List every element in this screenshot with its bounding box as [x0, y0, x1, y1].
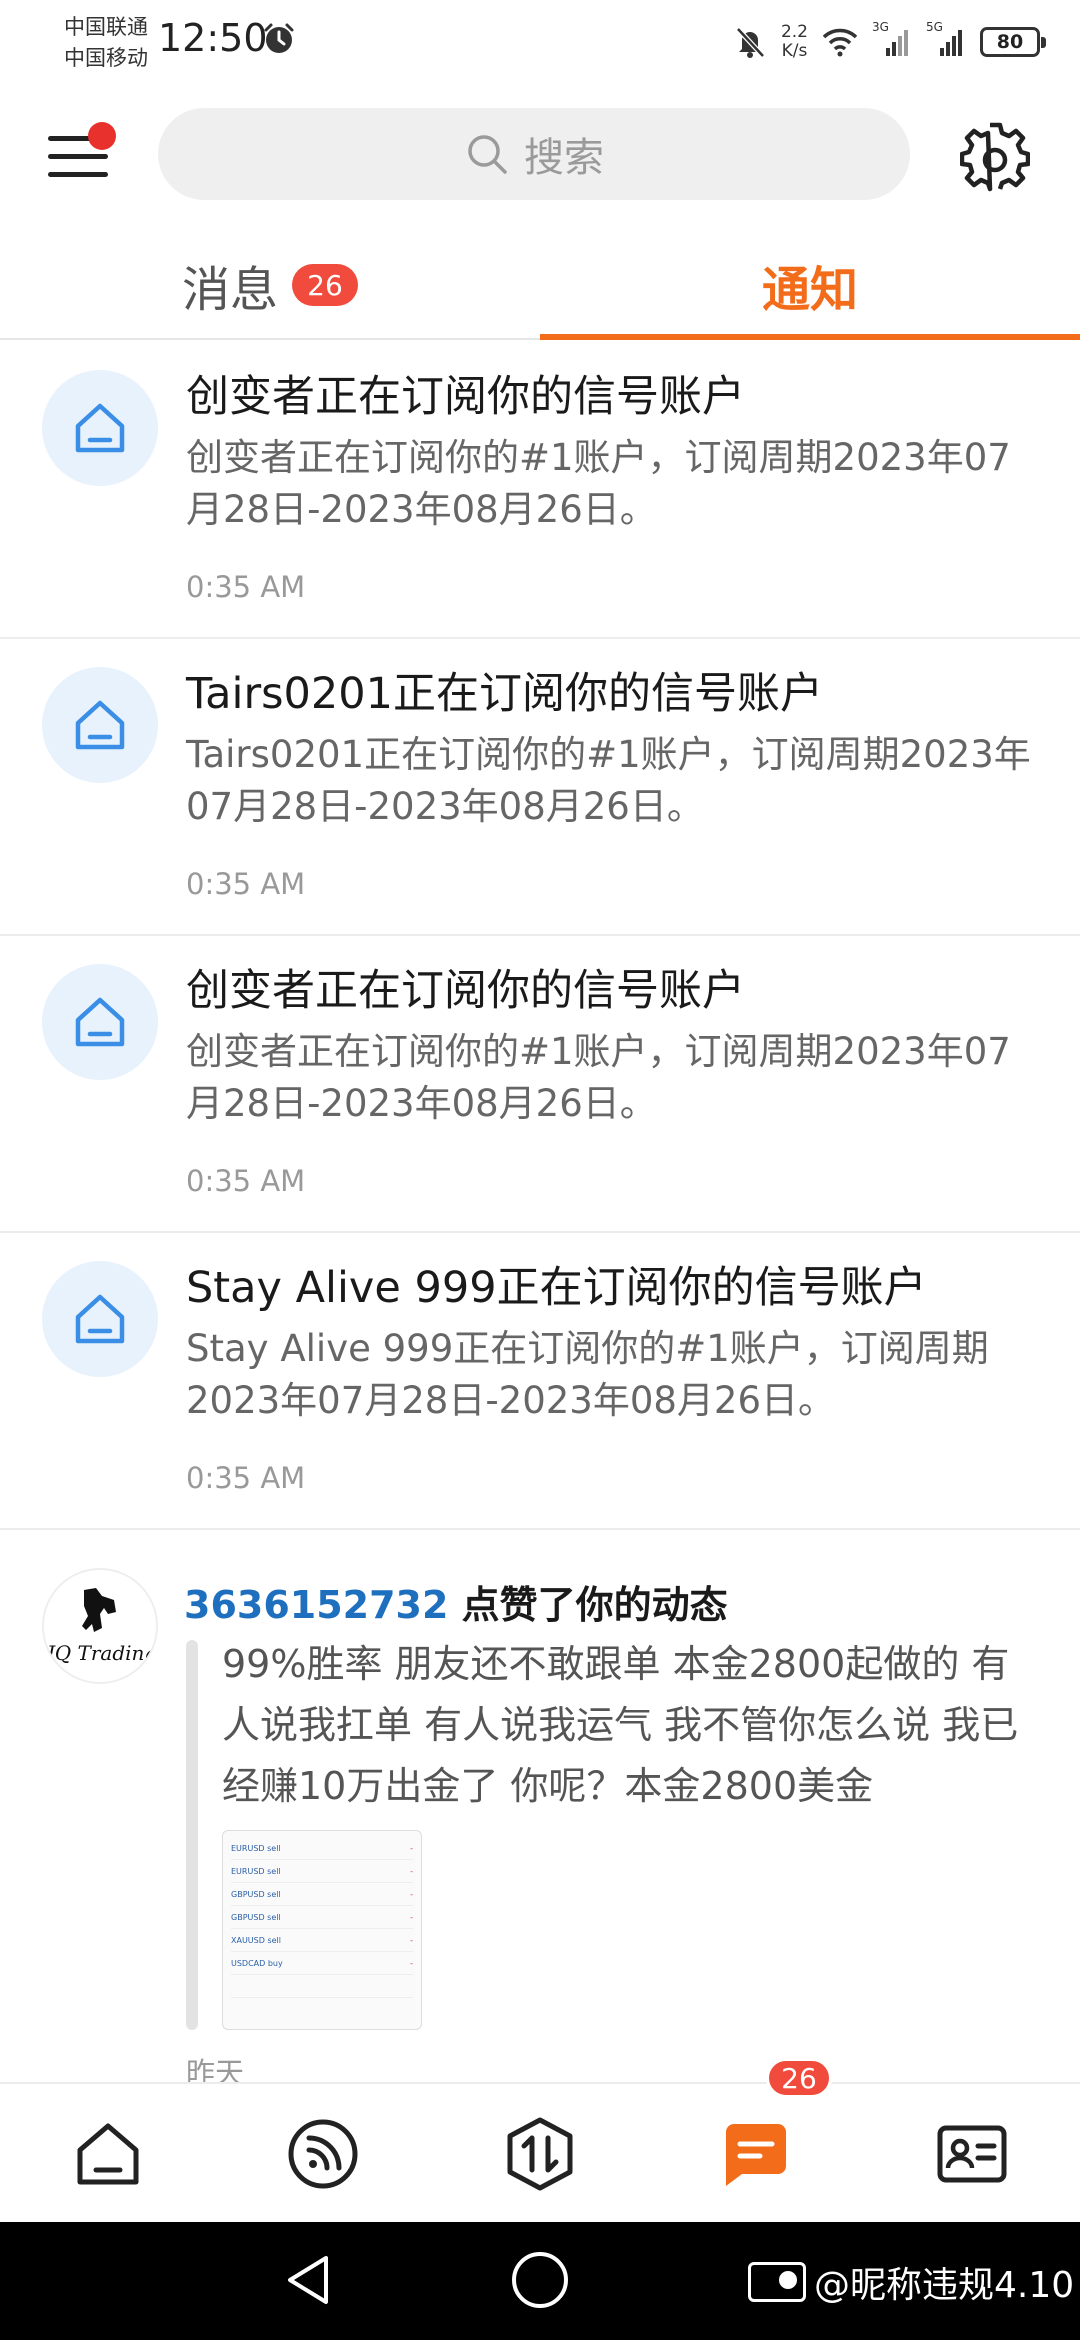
feed-icon	[288, 2119, 358, 2189]
tab-notifications-label: 通知	[761, 262, 858, 318]
wifi-icon	[822, 28, 858, 57]
menu-notification-dot	[88, 122, 116, 150]
notification-body: 创变者正在订阅你的#1账户，订阅周期2023年07月28日-2023年08月26…	[186, 1030, 1011, 1125]
nav-home[interactable]	[68, 2114, 148, 2194]
profile-card-icon	[937, 2125, 1007, 2183]
nav-profile[interactable]	[932, 2114, 1012, 2194]
carrier-names: 中国联通 中国移动	[64, 12, 148, 74]
post-image-thumbnail[interactable]: EURUSD sell - EURUSD sell - GBPUSD sell - G…	[222, 1830, 422, 2030]
notification-body: 创变者正在订阅你的#1账户，订阅周期2023年07月28日-2023年08月26…	[186, 436, 1011, 531]
home-icon	[42, 370, 158, 486]
carrier-2: 中国移动	[64, 46, 148, 70]
notification-item[interactable]: 创变者正在订阅你的信号账户 创变者正在订阅你的#1账户，订阅周期2023年07月…	[0, 342, 1080, 639]
notification-body: Tairs0201正在订阅你的#1账户，订阅周期2023年07月28日-2023…	[186, 733, 1031, 828]
notification-time: 0:35 AM	[186, 1164, 306, 1198]
top-header: 搜索	[0, 100, 1080, 206]
watermark: @昵称违规4.10	[748, 2256, 1074, 2308]
battery-level: 80	[996, 31, 1024, 53]
notification-list: 创变者正在订阅你的信号账户 创变者正在订阅你的#1账户，订阅周期2023年07月…	[0, 342, 1080, 2082]
liking-username[interactable]: 3636152732	[184, 1583, 448, 1627]
notification-time: 0:35 AM	[186, 1461, 306, 1495]
system-navigation-bar: @昵称违规4.10	[0, 2222, 1080, 2340]
bottom-navigation: 26	[0, 2058, 1080, 2222]
signal-5g-icon: 5G	[926, 20, 966, 58]
trade-icon	[507, 2117, 573, 2191]
carrier-1: 中国联通	[64, 15, 148, 39]
alarm-icon	[264, 23, 294, 53]
battery-indicator: 80	[980, 27, 1046, 57]
notification-item[interactable]: Stay Alive 999正在订阅你的信号账户 Stay Alive 999正…	[0, 1233, 1080, 1530]
messages-count-badge: 26	[292, 264, 358, 306]
nav-messages[interactable]	[716, 2114, 796, 2194]
notification-title: 创变者正在订阅你的信号账户	[186, 966, 745, 1016]
like-action-text: 点赞了你的动态	[448, 1583, 728, 1627]
search-bar[interactable]: 搜索	[158, 108, 910, 200]
watermark-text: @昵称违规4.10	[814, 2265, 1075, 2306]
tab-bar: 消息 26 通知	[0, 230, 1080, 340]
tab-notifications[interactable]: 通知	[540, 230, 1080, 340]
home-icon	[77, 2123, 139, 2185]
back-icon[interactable]	[282, 2252, 338, 2308]
quoted-post-text: 99%胜率 朋友还不敢跟单 本金2800起做的 有人说我扛单 有人说我运气 我不…	[222, 1642, 1019, 1808]
search-icon	[468, 135, 507, 174]
signal-3g-icon: 3G	[872, 20, 912, 58]
nav-trade[interactable]	[500, 2114, 580, 2194]
settings-gear-icon[interactable]	[960, 122, 1030, 192]
menu-button[interactable]	[44, 122, 116, 184]
user-avatar[interactable]: JQ Trading	[42, 1568, 158, 1684]
like-headline: 3636152732 点赞了你的动态	[184, 1574, 728, 1629]
tab-messages[interactable]: 消息 26	[0, 230, 540, 340]
mute-icon	[736, 27, 765, 58]
home-icon	[42, 1261, 158, 1377]
system-home-button[interactable]	[512, 2252, 568, 2308]
quote-bar	[186, 1640, 198, 2030]
like-notification-item[interactable]: JQ Trading 3636152732 点赞了你的动态 99%胜率 朋友还不…	[0, 1530, 1080, 2082]
active-tab-indicator	[540, 334, 1080, 340]
notification-item[interactable]: Tairs0201正在订阅你的信号账户 Tairs0201正在订阅你的#1账户，…	[0, 639, 1080, 936]
nav-messages-badge: 26	[766, 2058, 832, 2098]
message-icon	[726, 2124, 786, 2186]
notification-title: 创变者正在订阅你的信号账户	[186, 372, 745, 422]
like-time: 昨天	[186, 2056, 245, 2082]
notification-title: Tairs0201正在订阅你的信号账户	[186, 669, 823, 719]
nav-feed[interactable]	[283, 2114, 363, 2194]
speed-value: 2.2	[780, 22, 808, 42]
notification-body: Stay Alive 999正在订阅你的#1账户，订阅周期2023年07月28日…	[186, 1327, 989, 1422]
home-icon	[42, 667, 158, 783]
speed-unit: K/s	[781, 41, 808, 61]
tab-messages-label: 消息	[181, 262, 278, 318]
network-speed: 2.2 K/s	[781, 23, 808, 61]
notification-time: 0:35 AM	[186, 867, 306, 901]
platform-logo-icon	[748, 2262, 806, 2302]
avatar-logo-text: JQ Trading	[44, 1641, 157, 1665]
clock: 12:50	[158, 16, 268, 60]
horse-logo-icon: JQ Trading	[44, 1588, 157, 1665]
notification-time: 0:35 AM	[186, 570, 306, 604]
status-bar: 中国联通 中国移动 12:50 2.2 K/s 3G 5G 80	[0, 0, 1080, 84]
notification-item[interactable]: 创变者正在订阅你的信号账户 创变者正在订阅你的#1账户，订阅周期2023年07月…	[0, 936, 1080, 1233]
search-placeholder: 搜索	[524, 135, 604, 181]
home-icon	[42, 964, 158, 1080]
notification-title: Stay Alive 999正在订阅你的信号账户	[186, 1263, 927, 1313]
